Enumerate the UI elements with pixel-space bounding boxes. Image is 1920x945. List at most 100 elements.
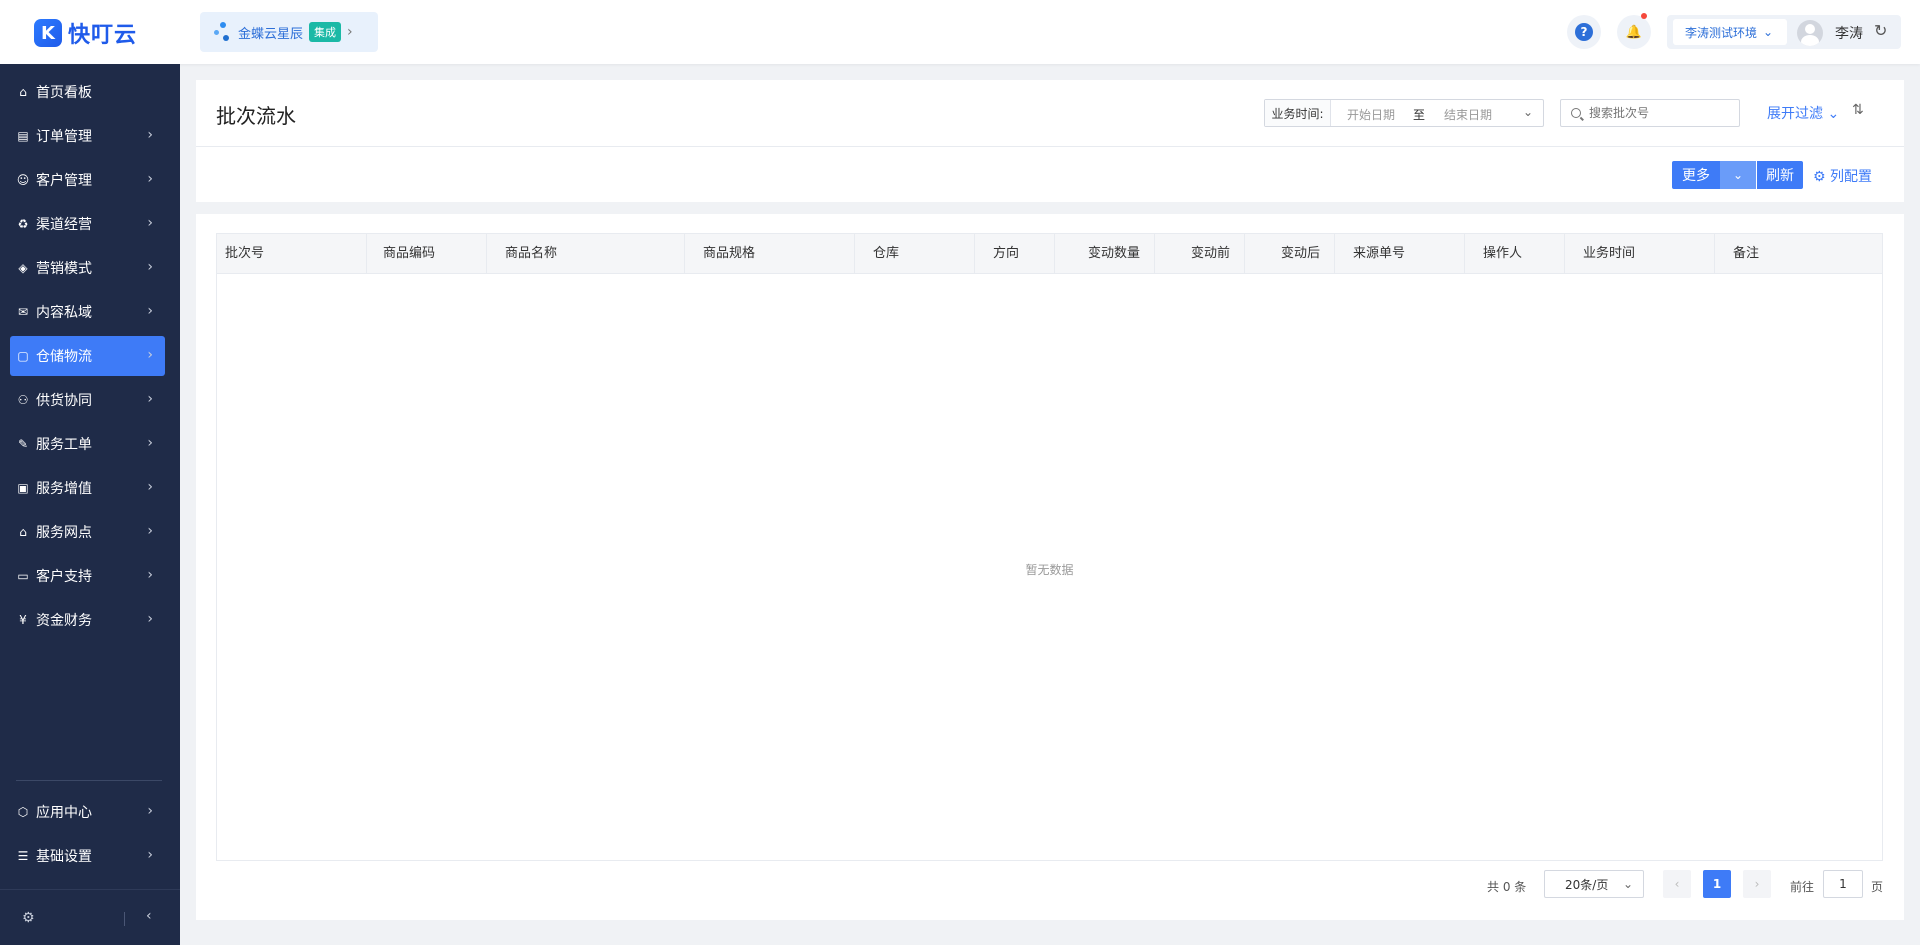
sidebar-item-2[interactable]: ☺ 客户管理 ›	[10, 160, 165, 200]
sidebar-item-4[interactable]: ◈ 营销模式 ›	[10, 248, 165, 288]
notification-dot	[1641, 13, 1647, 19]
expand-filter-button[interactable]: 展开过滤 ⌄	[1767, 103, 1839, 123]
chevron-right-icon: ›	[147, 803, 153, 819]
sidebar-item-label: 首页看板	[36, 85, 92, 101]
gear-icon[interactable]: ⚙	[22, 910, 35, 926]
column-header[interactable]: 变动前	[1155, 234, 1245, 274]
sidebar-divider	[16, 780, 162, 781]
sidebar-item-9[interactable]: ▣ 服务增值 ›	[10, 468, 165, 508]
chevron-right-icon: ›	[347, 24, 353, 40]
end-date-input[interactable]: 结束日期	[1444, 106, 1492, 123]
table-header: 批次号 商品编码 商品名称 商品规格 仓库 方向 变动数量 变动前 变动后 来源单号 操作人 业务时间…	[217, 234, 1882, 274]
business-date-range[interactable]: 业务时间: 开始日期 至 结束日期 ⌄	[1264, 99, 1544, 127]
column-header[interactable]: 仓库	[855, 234, 975, 274]
logo-text: 快叮云	[68, 23, 138, 48]
sidebar-item-label: 服务网点	[36, 525, 92, 541]
sidebar-item-5[interactable]: ✉ 内容私域 ›	[10, 292, 165, 332]
sidebar-item-label: 资金财务	[36, 613, 92, 629]
top-header: K 快叮云 金蝶云星辰 集成 › ? 🔔 李涛测试环境 ⌄ 李涛 ↻	[0, 0, 1920, 64]
page-header-card: 批次流水 业务时间: 开始日期 至 结束日期 ⌄ 展开过滤 ⌄ ⇅ 更多 ⌄ 刷…	[196, 80, 1904, 202]
app-logo[interactable]: K 快叮云	[34, 17, 137, 49]
chevron-right-icon: ›	[147, 847, 153, 863]
column-header[interactable]: 业务时间	[1565, 234, 1715, 274]
column-header[interactable]: 商品规格	[685, 234, 855, 274]
column-header[interactable]: 备注	[1715, 234, 1882, 274]
collapse-sidebar-icon[interactable]: ‹	[146, 908, 152, 924]
start-date-input[interactable]: 开始日期	[1347, 106, 1395, 123]
chevron-right-icon: ›	[147, 127, 153, 143]
sidebar-item-7[interactable]: ⚇ 供货协同 ›	[10, 380, 165, 420]
column-header[interactable]: 批次号	[217, 234, 367, 274]
chevron-right-icon: ›	[147, 523, 153, 539]
chevron-right-icon: ›	[147, 347, 153, 363]
sidebar-item-label: 渠道经营	[36, 217, 92, 233]
batch-search[interactable]	[1560, 99, 1740, 127]
sidebar-item-label: 营销模式	[36, 261, 92, 277]
column-header[interactable]: 操作人	[1465, 234, 1565, 274]
sidebar-item-label: 基础设置	[36, 849, 92, 865]
supply-icon: ⚇	[17, 393, 29, 407]
sort-icon[interactable]: ⇅	[1852, 102, 1864, 118]
page-size-value: 20条/页	[1565, 877, 1609, 892]
sidebar-footer-separator	[124, 912, 125, 926]
chevron-down-icon[interactable]: ⌄	[1523, 105, 1533, 119]
header-divider	[196, 146, 1904, 147]
column-config-button[interactable]: ⚙ 列配置	[1813, 166, 1872, 186]
chevron-down-icon: ⌄	[1763, 25, 1774, 39]
more-dropdown-button[interactable]: ⌄	[1720, 161, 1756, 189]
sidebar-item-1[interactable]: ▤ 订单管理 ›	[10, 116, 165, 156]
sidebar-item-11[interactable]: ▭ 客户支持 ›	[10, 556, 165, 596]
more-button[interactable]: 更多	[1672, 161, 1720, 189]
bell-icon: 🔔	[1625, 24, 1643, 40]
notification-button[interactable]: 🔔	[1617, 13, 1651, 49]
next-page-button[interactable]: ›	[1743, 870, 1771, 898]
chevron-right-icon: ›	[147, 479, 153, 495]
current-page-button[interactable]: 1	[1703, 870, 1731, 898]
help-icon: ?	[1575, 23, 1593, 41]
store-icon: ⌂	[19, 525, 27, 539]
prev-page-button[interactable]: ‹	[1663, 870, 1691, 898]
column-header[interactable]: 变动后	[1245, 234, 1335, 274]
batch-flow-table: 批次号 商品编码 商品名称 商品规格 仓库 方向 变动数量 变动前 变动后 来源单号 操作人 业务时间…	[216, 233, 1883, 861]
ticket-icon: ✎	[17, 437, 29, 451]
sidebar-item-6[interactable]: ▢ 仓储物流 ›	[10, 336, 165, 376]
sidebar-item-label: 订单管理	[36, 129, 92, 145]
sidebar-item-3[interactable]: ♻ 渠道经营 ›	[10, 204, 165, 244]
env-select[interactable]: 李涛测试环境 ⌄	[1673, 19, 1787, 45]
sidebar-bottom-item-1[interactable]: ☰ 基础设置 ›	[10, 836, 165, 876]
help-button[interactable]: ?	[1567, 15, 1601, 49]
sidebar-item-label: 客户管理	[36, 173, 92, 189]
column-header[interactable]: 来源单号	[1335, 234, 1465, 274]
order-icon: ▤	[17, 129, 29, 143]
column-header[interactable]: 方向	[975, 234, 1055, 274]
content-icon: ✉	[17, 305, 29, 319]
sidebar-item-8[interactable]: ✎ 服务工单 ›	[10, 424, 165, 464]
column-header[interactable]: 商品名称	[487, 234, 685, 274]
chevron-right-icon: ›	[147, 259, 153, 275]
chevron-down-icon: ⌄	[1622, 877, 1633, 891]
column-header[interactable]: 变动数量	[1055, 234, 1155, 274]
goto-page-input[interactable]	[1823, 870, 1863, 898]
avatar[interactable]	[1797, 20, 1823, 46]
sidebar-item-0[interactable]: ⌂ 首页看板	[10, 72, 165, 112]
sidebar-item-label: 服务工单	[36, 437, 92, 453]
total-count: 共 0 条	[1487, 880, 1527, 894]
refresh-icon[interactable]: ↻	[1874, 21, 1887, 40]
batch-search-input[interactable]	[1589, 106, 1719, 120]
app-center-icon: ⬡	[17, 805, 29, 819]
tag-icon: ◈	[18, 261, 28, 275]
bag-icon: ▣	[17, 481, 29, 495]
sidebar-item-10[interactable]: ⌂ 服务网点 ›	[10, 512, 165, 552]
column-header[interactable]: 商品编码	[367, 234, 487, 274]
search-icon	[1571, 108, 1581, 118]
integration-name: 金蝶云星辰	[238, 26, 304, 42]
integration-switcher[interactable]: 金蝶云星辰 集成 ›	[200, 12, 378, 52]
empty-state-text: 暂无数据	[1025, 563, 1074, 577]
username[interactable]: 李涛	[1835, 23, 1863, 43]
sidebar-bottom-item-0[interactable]: ⬡ 应用中心 ›	[10, 792, 165, 832]
chevron-right-icon: ›	[147, 215, 153, 231]
refresh-button[interactable]: 刷新	[1757, 161, 1803, 189]
customer-icon: ☺	[16, 173, 30, 187]
sidebar-item-12[interactable]: ¥ 资金财务 ›	[10, 600, 165, 640]
page-size-select[interactable]: 20条/页 ⌄	[1544, 870, 1644, 898]
